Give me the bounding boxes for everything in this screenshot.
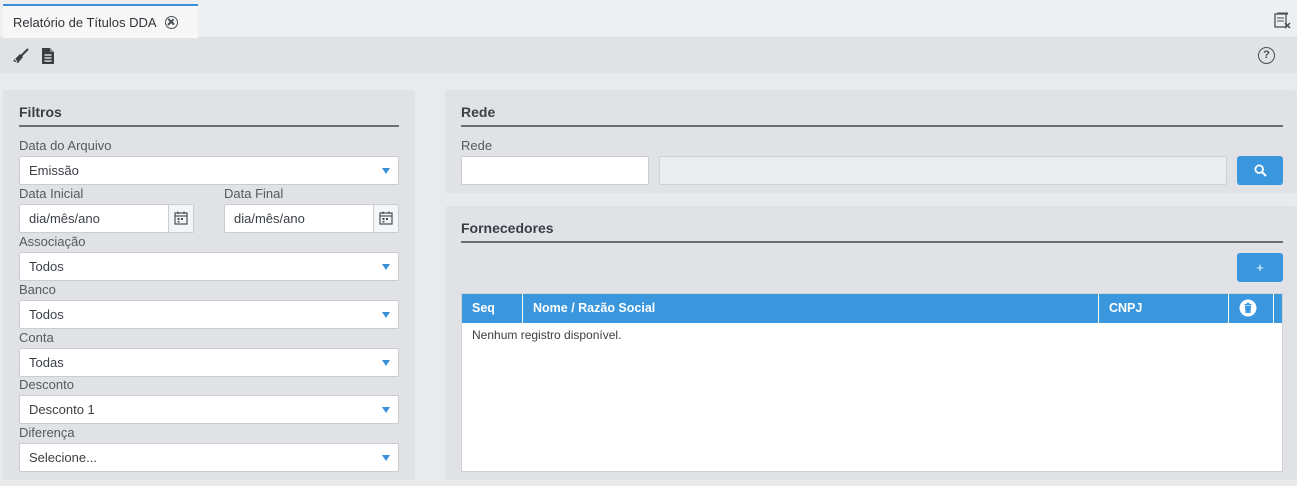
empty-message: Nenhum registro disponível. <box>472 328 622 342</box>
diferenca-value: Selecione... <box>29 450 97 465</box>
close-icon[interactable] <box>164 15 178 29</box>
tab-bar: Relatório de Títulos DDA <box>0 0 1297 38</box>
chevron-down-icon <box>382 264 390 270</box>
data-inicial-input[interactable]: dia/mês/ano <box>19 204 194 233</box>
data-arquivo-select[interactable]: Emissão <box>19 156 399 185</box>
data-arquivo-label: Data do Arquivo <box>19 138 112 153</box>
search-icon <box>1253 164 1267 177</box>
help-icon[interactable]: ? <box>1258 47 1275 64</box>
diferenca-label: Diferença <box>19 425 75 440</box>
rede-panel: Rede Rede <box>445 90 1297 193</box>
associacao-value: Todos <box>29 259 64 274</box>
conta-value: Todas <box>29 355 64 370</box>
divider <box>19 125 399 127</box>
fornecedores-title: Fornecedores <box>461 220 554 236</box>
data-final-input[interactable]: dia/mês/ano <box>224 204 399 233</box>
data-final-label: Data Final <box>224 186 284 201</box>
calendar-button[interactable] <box>168 205 193 232</box>
chevron-down-icon <box>382 360 390 366</box>
diferenca-select[interactable]: Selecione... <box>19 443 399 472</box>
fornecedores-table: Seq Nome / Razão Social CNPJ Nenhum regi… <box>461 293 1283 472</box>
banco-label: Banco <box>19 282 56 297</box>
desconto-label: Desconto <box>19 377 74 392</box>
conta-select[interactable]: Todas <box>19 348 399 377</box>
filters-panel: Filtros Data do Arquivo Emissão Data Ini… <box>3 90 415 480</box>
banco-select[interactable]: Todos <box>19 300 399 329</box>
trash-icon[interactable] <box>1239 299 1257 317</box>
data-inicial-label: Data Inicial <box>19 186 84 201</box>
chevron-down-icon <box>382 407 390 413</box>
search-button[interactable] <box>1237 156 1283 185</box>
desconto-select[interactable]: Desconto 1 <box>19 395 399 424</box>
rede-label: Rede <box>461 138 493 153</box>
toolbar: ? <box>0 38 1297 73</box>
column-header-seq[interactable]: Seq <box>462 294 523 323</box>
chevron-down-icon <box>382 455 390 461</box>
calendar-icon <box>379 211 393 225</box>
rede-code-input[interactable] <box>461 156 649 185</box>
filters-title: Filtros <box>19 104 62 120</box>
column-header-nome[interactable]: Nome / Razão Social <box>523 294 1099 323</box>
close-all-tabs-icon[interactable] <box>1274 12 1291 29</box>
calendar-icon <box>174 211 188 225</box>
document-icon[interactable] <box>39 47 57 65</box>
conta-label: Conta <box>19 330 54 345</box>
chevron-down-icon <box>382 168 390 174</box>
column-header-cnpj[interactable]: CNPJ <box>1099 294 1229 323</box>
rede-name-field <box>659 156 1227 185</box>
data-arquivo-value: Emissão <box>29 163 79 178</box>
calendar-button[interactable] <box>373 205 398 232</box>
divider <box>461 125 1283 127</box>
column-header-delete <box>1229 294 1274 323</box>
divider <box>461 241 1283 243</box>
add-fornecedor-button[interactable]: + <box>1237 253 1283 282</box>
rede-title: Rede <box>461 104 496 120</box>
data-inicial-value: dia/mês/ano <box>29 211 100 226</box>
tab-title: Relatório de Títulos DDA <box>13 14 157 30</box>
banco-value: Todos <box>29 307 64 322</box>
desconto-value: Desconto 1 <box>29 402 95 417</box>
tab-relatorio-titulos-dda[interactable]: Relatório de Títulos DDA <box>3 4 198 38</box>
data-final-value: dia/mês/ano <box>234 211 305 226</box>
chevron-down-icon <box>382 312 390 318</box>
broom-icon[interactable] <box>12 47 30 65</box>
table-header: Seq Nome / Razão Social CNPJ <box>462 294 1282 323</box>
associacao-select[interactable]: Todos <box>19 252 399 281</box>
associacao-label: Associação <box>19 234 86 249</box>
